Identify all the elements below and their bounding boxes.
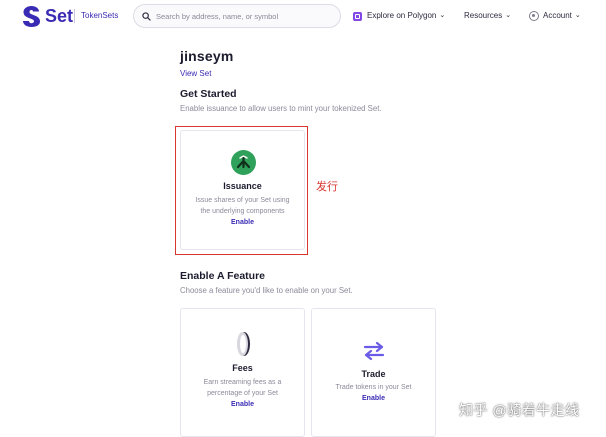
- fees-enable-link[interactable]: Enable: [181, 401, 304, 408]
- fees-desc: Earn streaming fees as a percentage of y…: [203, 379, 282, 397]
- set-name-title: jinseym: [180, 48, 234, 64]
- feature-desc: Choose a feature you'd like to enable on…: [180, 286, 353, 295]
- search-icon: [142, 11, 151, 21]
- explore-polygon-menu[interactable]: Explore on Polygon ⌄: [353, 10, 445, 22]
- account-menu[interactable]: Account ⌄: [529, 10, 581, 22]
- resources-menu[interactable]: Resources ⌄: [464, 10, 511, 22]
- logo-subtitle[interactable]: TokenSets: [81, 11, 118, 21]
- view-set-link[interactable]: View Set: [180, 69, 211, 78]
- account-label: Account: [543, 11, 572, 20]
- search-bar[interactable]: [133, 4, 341, 28]
- logo-text[interactable]: Set: [45, 6, 73, 26]
- polygon-icon: [353, 11, 362, 21]
- highlight-box: [175, 126, 308, 255]
- trade-desc: Trade tokens in your Set: [335, 384, 412, 391]
- trade-title: Trade: [361, 369, 386, 379]
- annotation-label: 发行: [316, 181, 338, 193]
- account-icon: [529, 11, 539, 21]
- chevron-down-icon: ⌄: [574, 12, 581, 19]
- trade-card[interactable]: Trade Trade tokens in your Set Enable: [311, 308, 436, 437]
- feature-title: Enable A Feature: [180, 270, 265, 282]
- trade-enable-link[interactable]: Enable: [312, 395, 435, 402]
- swap-arrows-icon: [363, 341, 385, 361]
- resources-label: Resources: [464, 11, 503, 20]
- chevron-down-icon: ⌄: [505, 12, 512, 19]
- chevron-down-icon: ⌄: [439, 12, 446, 19]
- fees-title: Fees: [232, 363, 253, 373]
- watermark: 知乎 @骑着牛走线: [459, 402, 580, 418]
- top-nav: Set TokenSets Explore on Polygon ⌄ Resou…: [0, 0, 606, 34]
- set-logo-icon[interactable]: [23, 6, 40, 32]
- fees-card[interactable]: Fees Earn streaming fees as a percentage…: [180, 308, 305, 437]
- search-input[interactable]: [156, 11, 326, 21]
- coin-icon: [237, 332, 250, 356]
- logo-divider: [74, 9, 75, 23]
- get-started-desc: Enable issuance to allow users to mint y…: [180, 104, 382, 113]
- explore-label: Explore on Polygon: [367, 11, 437, 20]
- get-started-title: Get Started: [180, 88, 237, 100]
